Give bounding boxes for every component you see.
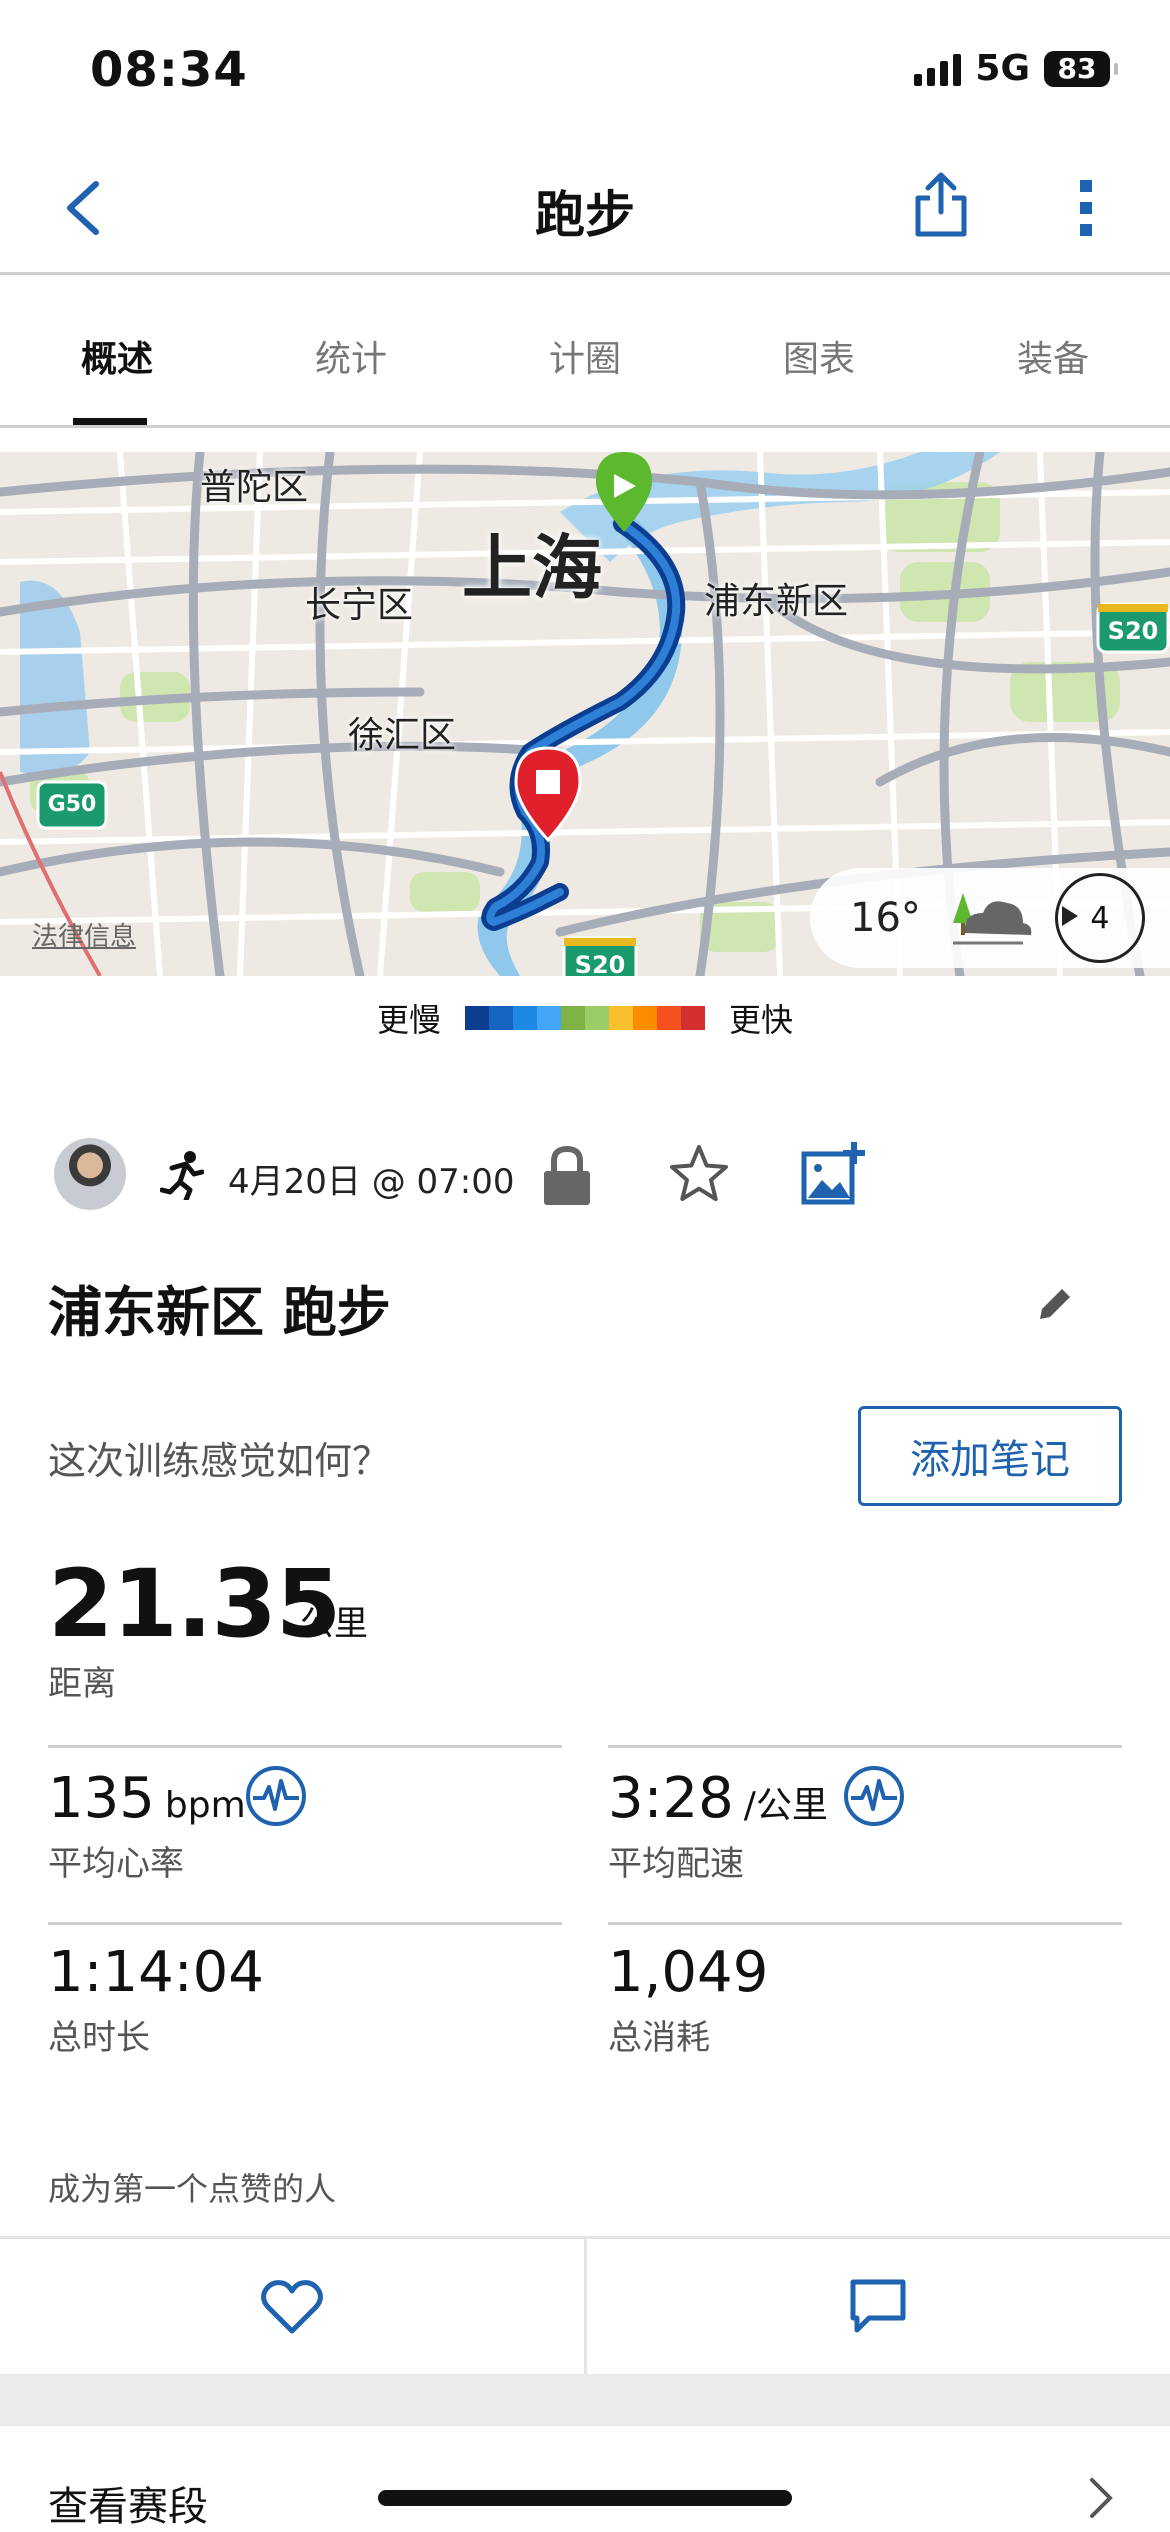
- distance-label: 距离: [48, 1664, 116, 1704]
- map-label-city: 上海: [462, 527, 602, 609]
- pace-color-swatch: [585, 1006, 609, 1030]
- tabs-divider: [0, 425, 1170, 428]
- distance-value: 21.35: [48, 1550, 341, 1659]
- wind-direction-icon: [1061, 906, 1078, 926]
- cloudy-weather-icon: [952, 893, 1032, 945]
- nav-divider: [0, 272, 1170, 275]
- tab-overview[interactable]: 概述: [0, 330, 234, 382]
- tab-gear[interactable]: 装备: [936, 330, 1170, 382]
- duration-label: 总时长: [48, 2018, 150, 2058]
- legend-fast-label: 更快: [729, 1001, 794, 1039]
- add-photo-icon[interactable]: [800, 1140, 866, 1206]
- shield-s20-right-label: S20: [1107, 617, 1159, 645]
- stats-divider: [608, 1745, 1122, 1748]
- battery-level: 83: [1057, 52, 1097, 85]
- home-indicator: [378, 2490, 792, 2506]
- weather-widget: 16° 4: [810, 868, 1170, 968]
- pace-color-swatch: [561, 1006, 585, 1030]
- avg-pace-unit: /公里: [743, 1785, 828, 1826]
- comment-icon: [850, 2279, 906, 2332]
- calories-label: 总消耗: [608, 2018, 710, 2058]
- duration-value: 1:14:04: [48, 1940, 264, 2005]
- status-indicators: 5G 83: [914, 48, 1118, 89]
- network-type: 5G: [975, 48, 1030, 89]
- edit-pencil-icon[interactable]: [1034, 1285, 1074, 1325]
- add-note-button[interactable]: 添加笔记: [858, 1406, 1122, 1506]
- status-time: 08:34: [90, 42, 248, 98]
- map-label-xuhui: 徐汇区: [348, 715, 457, 756]
- pace-color-swatch: [537, 1006, 561, 1030]
- avg-pace-label: 平均配速: [608, 1844, 744, 1884]
- map-label-pudong: 浦东新区: [704, 581, 849, 622]
- shield-g50-label: G50: [47, 792, 97, 817]
- section-gap: [0, 2374, 1170, 2426]
- avg-hr: 135 bpm: [48, 1766, 246, 1831]
- map-label-putuo: 普陀区: [200, 467, 309, 508]
- activity-title: 浦东新区 跑步: [48, 1281, 391, 1344]
- running-icon: [160, 1151, 204, 1200]
- heart-rate-wave-icon[interactable]: [245, 1765, 307, 1827]
- legend-slow-label: 更慢: [376, 1001, 441, 1039]
- pace-legend: 更慢 更快: [0, 995, 1170, 1041]
- comment-button[interactable]: [583, 2239, 1170, 2374]
- view-segments-link[interactable]: 查看赛段: [48, 2474, 208, 2532]
- avg-hr-value: 135: [48, 1766, 155, 1831]
- pace-color-swatch: [681, 1006, 705, 1030]
- pace-wave-icon[interactable]: [843, 1765, 905, 1827]
- more-vertical-icon[interactable]: [1066, 178, 1106, 238]
- active-tab-indicator: [73, 418, 147, 425]
- avg-hr-label: 平均心率: [48, 1844, 184, 1884]
- avg-hr-unit: bpm: [164, 1785, 246, 1826]
- shield-s20-bottom-label: S20: [574, 951, 626, 976]
- tab-bar: 概述 统计 计圈 图表 装备: [0, 330, 1170, 382]
- pace-color-swatch: [489, 1006, 513, 1030]
- legal-link[interactable]: 法律信息: [32, 916, 136, 953]
- activity-date: 4月20日 @ 07:00: [228, 1162, 515, 1202]
- share-icon[interactable]: [908, 170, 974, 240]
- route-map[interactable]: 普陀区 长宁区 徐汇区 浦东新区 上海 G50 S20 S20 法律信息 16°…: [0, 452, 1170, 976]
- temperature: 16°: [850, 895, 921, 941]
- chevron-right-icon[interactable]: [1088, 2476, 1114, 2520]
- battery-icon: 83: [1044, 50, 1118, 87]
- avg-pace: 3:28 /公里: [608, 1766, 828, 1831]
- stats-divider: [48, 1922, 562, 1925]
- feeling-question: 这次训练感觉如何？: [48, 1439, 391, 1483]
- wind-indicator: 4: [1054, 873, 1145, 963]
- star-icon[interactable]: [668, 1143, 730, 1205]
- calories-value: 1,049: [608, 1940, 769, 2005]
- stats-divider: [608, 1922, 1122, 1925]
- pace-color-swatch: [609, 1006, 633, 1030]
- wind-speed: 4: [1090, 900, 1110, 936]
- avatar[interactable]: [54, 1138, 126, 1210]
- lock-icon[interactable]: [540, 1145, 594, 1207]
- likes-text: 成为第一个点赞的人: [48, 2170, 337, 2208]
- avg-pace-value: 3:28: [608, 1766, 734, 1831]
- like-button[interactable]: [0, 2239, 584, 2374]
- tab-laps[interactable]: 计圈: [468, 330, 702, 382]
- pace-color-swatch: [657, 1006, 681, 1030]
- heart-icon: [260, 2279, 323, 2333]
- pace-color-swatch: [465, 1006, 489, 1030]
- stats-divider: [48, 1745, 562, 1748]
- pace-color-swatch: [633, 1006, 657, 1030]
- social-action-bar: [0, 2236, 1170, 2374]
- distance-unit: 公里: [300, 1604, 368, 1644]
- pace-color-swatch: [513, 1006, 537, 1030]
- tab-charts[interactable]: 图表: [702, 330, 936, 382]
- tab-stats[interactable]: 统计: [234, 330, 468, 382]
- pace-color-scale: [465, 1006, 705, 1030]
- map-label-changning: 长宁区: [305, 585, 414, 626]
- signal-icon: [914, 52, 962, 86]
- page-title: 跑步: [535, 186, 635, 244]
